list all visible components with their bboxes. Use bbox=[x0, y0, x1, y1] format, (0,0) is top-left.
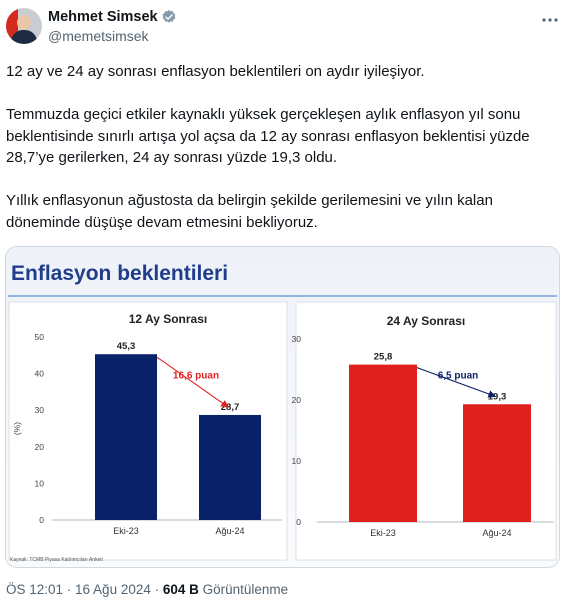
tweet-footer: ÖS 12:01 · 16 Ağu 2024 · 604 B Görüntüle… bbox=[6, 582, 288, 597]
x-tick-label: Eki-23 bbox=[113, 526, 139, 536]
author-handle[interactable]: @memetsimsek bbox=[48, 28, 149, 44]
tweet-image[interactable]: Enflasyon beklentileri 12 Ay Sonrası 0 10 2… bbox=[5, 246, 560, 568]
y-tick-label: 20 bbox=[292, 395, 302, 405]
timestamp[interactable]: ÖS 12:01 · 16 Ağu 2024 · bbox=[6, 582, 163, 597]
bar-Eki-23 bbox=[349, 364, 417, 522]
more-options-icon[interactable] bbox=[540, 15, 560, 25]
data-label: 25,8 bbox=[374, 352, 393, 363]
y-tick-label: 0 bbox=[39, 515, 44, 525]
panel-title: 24 Ay Sonrası bbox=[387, 314, 465, 328]
inflation-chart-image: Enflasyon beklentileri 12 Ay Sonrası 0 10 2… bbox=[6, 247, 559, 567]
panel-title: 12 Ay Sonrası bbox=[129, 312, 207, 326]
x-tick-label: Ağu-24 bbox=[482, 528, 511, 538]
avatar[interactable] bbox=[6, 8, 42, 44]
card-title: Enflasyon beklentileri bbox=[11, 262, 228, 285]
bar-Ağu-24 bbox=[199, 414, 261, 520]
verified-badge-icon bbox=[162, 10, 176, 23]
x-tick-label: Eki-23 bbox=[370, 528, 396, 538]
y-tick-label: 50 bbox=[35, 332, 45, 342]
author-name[interactable]: Mehmet Simsek bbox=[48, 9, 158, 25]
tweet-text: 12 ay ve 24 ay sonrası enflasyon beklent… bbox=[6, 63, 530, 231]
tweet-header: Mehmet Simsek @memetsimsek bbox=[0, 0, 571, 52]
y-tick-label: 20 bbox=[35, 442, 45, 452]
bar-Ağu-24 bbox=[463, 404, 531, 522]
y-tick-label: 30 bbox=[292, 334, 302, 344]
y-axis-label: (%) bbox=[12, 422, 22, 435]
bar-Eki-23 bbox=[95, 354, 157, 520]
data-label: 19,3 bbox=[488, 391, 507, 402]
change-annotation: 16,6 puan bbox=[173, 371, 219, 382]
x-tick-label: Ağu-24 bbox=[215, 526, 244, 536]
data-label: 45,3 bbox=[117, 341, 136, 352]
y-tick-label: 10 bbox=[292, 456, 302, 466]
change-annotation: 6,5 puan bbox=[438, 370, 479, 381]
y-tick-label: 40 bbox=[35, 369, 45, 379]
chart-source: Kaynak: TCMB Piyasa Katılımcıları Anketi bbox=[10, 557, 103, 563]
view-count: 604 B bbox=[162, 582, 199, 597]
y-tick-label: 10 bbox=[35, 478, 45, 488]
y-tick-label: 30 bbox=[35, 405, 45, 415]
views-label: Görüntülenme bbox=[198, 582, 289, 597]
y-tick-label: 0 bbox=[296, 517, 301, 527]
